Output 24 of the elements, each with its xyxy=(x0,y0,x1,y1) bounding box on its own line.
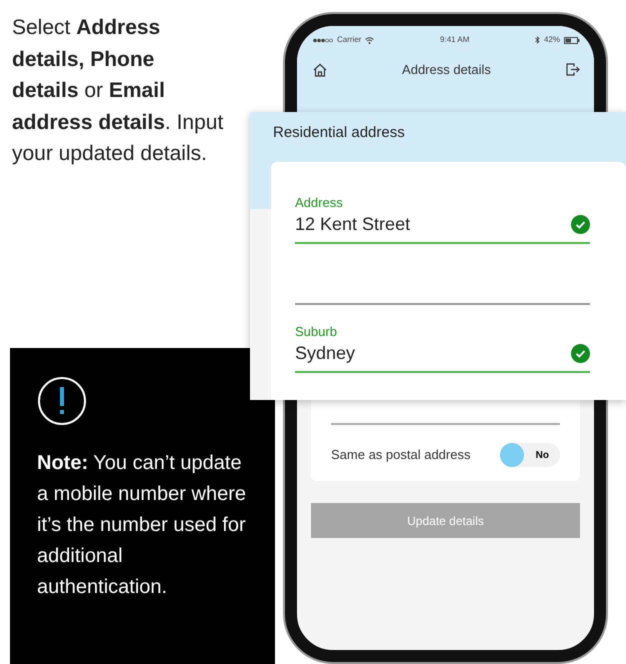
instruction-text: Select Address details, Phone details or Email address details. Input your updated details. xyxy=(11,15,224,167)
postal-toggle-label: Same as postal address xyxy=(331,446,470,464)
wifi-icon xyxy=(365,36,374,44)
exclamation-icon xyxy=(37,376,87,426)
bluetooth-icon xyxy=(534,36,540,44)
home-icon[interactable] xyxy=(313,62,327,77)
signal-icon xyxy=(313,38,333,42)
screen-title: Address details xyxy=(402,61,491,79)
field-value: 12 Kent Street xyxy=(295,212,410,236)
postal-toggle[interactable]: No xyxy=(500,443,560,467)
text-field[interactable]: Address 12 Kent Street xyxy=(295,176,590,244)
field-label: Suburb xyxy=(295,324,338,340)
logout-icon[interactable] xyxy=(566,63,580,76)
battery-icon xyxy=(564,36,580,44)
battery-level: 42% xyxy=(544,34,560,46)
status-time: 9:41 AM xyxy=(440,34,470,46)
check-icon xyxy=(571,214,590,234)
carrier-name: Carrier xyxy=(337,34,362,46)
text-field[interactable]: Suburb Sydney xyxy=(295,304,590,372)
field-value: Sydney xyxy=(295,342,356,365)
section-title: Residential address xyxy=(272,123,406,143)
note-text: Note: You can’t update a mobile number where it’s the number used for additional authentication. xyxy=(37,451,247,600)
check-icon xyxy=(571,344,590,362)
field-label: Address xyxy=(295,194,344,210)
